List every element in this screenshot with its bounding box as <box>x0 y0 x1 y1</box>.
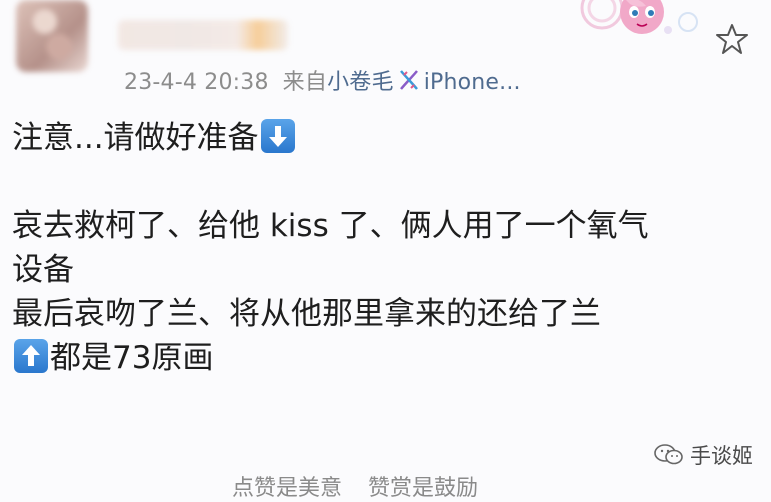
post-source-name[interactable]: 小卷毛 <box>327 70 394 95</box>
dna-icon <box>396 67 422 99</box>
wechat-icon <box>654 444 683 465</box>
avatar[interactable] <box>16 0 88 72</box>
post-source-device[interactable]: iPhone... <box>424 70 521 95</box>
jigglypuff-badge <box>580 0 700 50</box>
watermark: 手谈姬 <box>654 440 753 470</box>
up-arrow-emoji <box>14 339 48 373</box>
footer-appreciation: 点赞是美意 赞赏是鼓励 <box>232 470 478 502</box>
post-line-1: 注意...请做好准备 <box>12 116 752 160</box>
post-line-5: 都是73原画 <box>12 336 752 380</box>
username-blurred[interactable] <box>118 20 288 50</box>
reward-text: 赞赏是鼓励 <box>368 476 479 501</box>
down-arrow-emoji <box>260 119 295 153</box>
weibo-post: 23-4-4 20:38 来自小卷毛 iPhone... 注意...请做好准备 … <box>0 0 771 501</box>
post-line-2: 哀去救柯了、给他 kiss 了、俩人用了一个氧气 <box>12 208 649 244</box>
post-line-5-text: 都是73原画 <box>50 340 214 376</box>
post-meta: 23-4-4 20:38 来自小卷毛 iPhone... <box>124 64 521 99</box>
watermark-text: 手谈姬 <box>690 444 753 468</box>
post-line-3: 设备 <box>12 252 74 288</box>
star-icon[interactable] <box>715 22 749 56</box>
post-source-prefix: 来自 <box>282 70 328 95</box>
like-text: 点赞是美意 <box>232 476 343 501</box>
post-body: 注意...请做好准备 哀去救柯了、给他 kiss 了、俩人用了一个氧气 设备 最… <box>12 116 752 380</box>
post-line-4: 最后哀吻了兰、将从他那里拿来的还给了兰 <box>12 296 601 332</box>
post-timestamp: 23-4-4 20:38 <box>124 70 269 95</box>
post-line-1-text: 注意...请做好准备 <box>12 120 259 156</box>
